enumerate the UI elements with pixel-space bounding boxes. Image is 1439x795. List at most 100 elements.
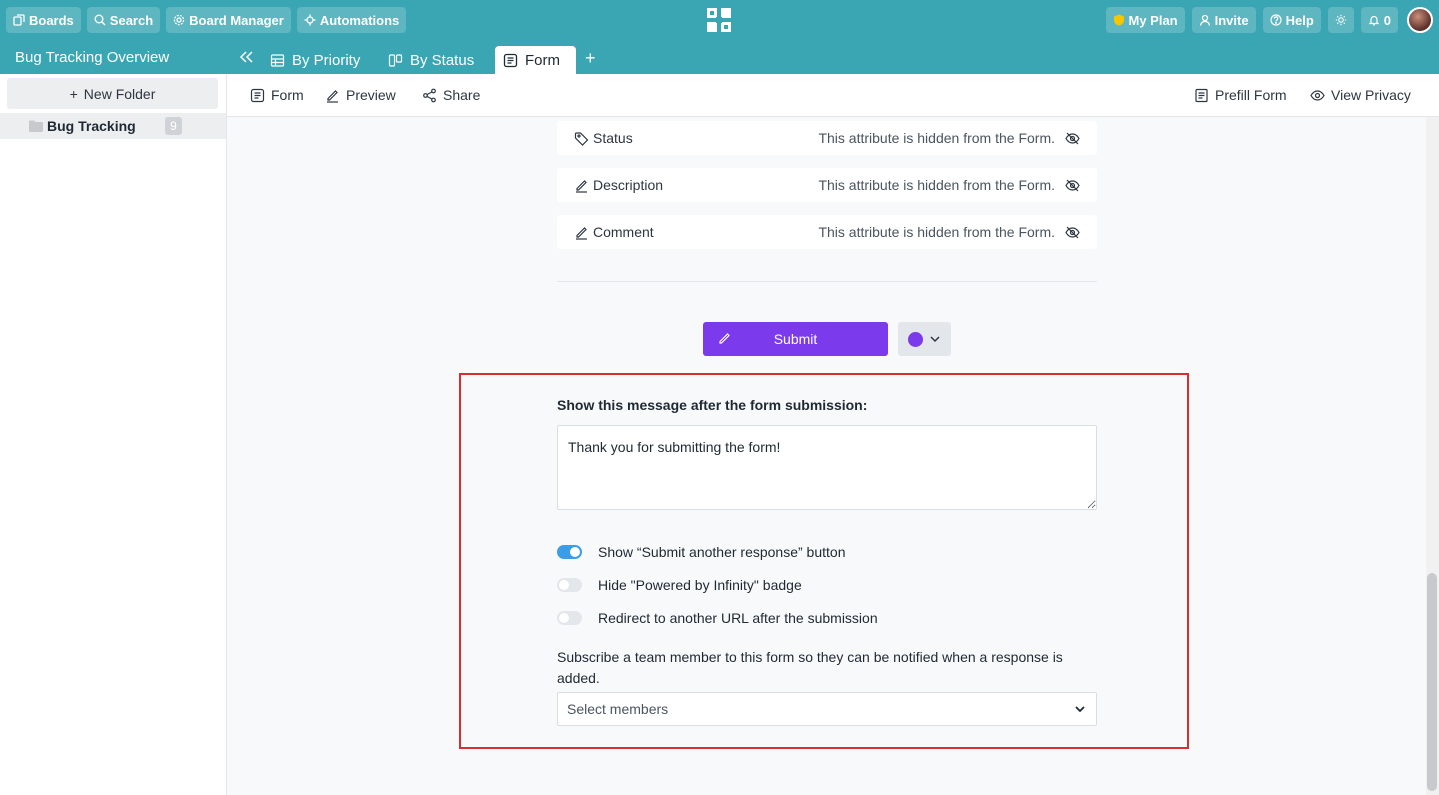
tab-form[interactable]: Form	[495, 46, 576, 74]
share-button[interactable]: Share	[422, 87, 480, 103]
toggle-hide-badge[interactable]: Hide "Powered by Infinity" badge	[557, 577, 802, 593]
attribute-name: Comment	[574, 224, 654, 240]
search-button[interactable]: Search	[86, 7, 161, 33]
toggle-label: Redirect to another URL after the submis…	[598, 610, 878, 626]
attribute-row-comment[interactable]: Comment This attribute is hidden from th…	[557, 215, 1097, 249]
toggle-label: Show “Submit another response” button	[598, 544, 846, 560]
bell-icon	[1368, 15, 1380, 26]
eye-off-icon[interactable]	[1065, 178, 1080, 193]
add-tab-button[interactable]: +	[585, 49, 596, 67]
preview-button[interactable]: Preview	[325, 87, 396, 103]
boards-label: Boards	[29, 12, 74, 28]
scrollbar[interactable]	[1426, 117, 1439, 795]
help-icon	[1269, 14, 1282, 26]
subscribe-description: Subscribe a team member to this form so …	[557, 649, 1063, 686]
sun-icon	[1335, 14, 1346, 26]
view-privacy-label: View Privacy	[1331, 87, 1411, 103]
shield-icon	[1113, 14, 1124, 26]
pen-icon	[719, 333, 730, 344]
submission-message-input[interactable]: Thank you for submitting the form!	[557, 425, 1097, 510]
message-label: Show this message after the form submiss…	[557, 397, 868, 413]
toggle-submit-another[interactable]: Show “Submit another response” button	[557, 544, 845, 560]
button-color-picker[interactable]	[898, 322, 951, 356]
collapse-sidebar-icon[interactable]	[237, 48, 255, 66]
eye-icon	[1310, 89, 1325, 101]
pen-icon	[576, 179, 587, 193]
new-folder-label: New Folder	[83, 85, 156, 102]
attribute-row-status[interactable]: Status This attribute is hidden from the…	[557, 121, 1097, 155]
eye-off-icon[interactable]	[1065, 225, 1080, 240]
tab-label: Form	[525, 51, 560, 69]
folder-icon	[29, 120, 43, 132]
tab-by-status[interactable]: By Status	[380, 46, 482, 74]
theme-toggle-button[interactable]	[1327, 7, 1354, 33]
toggle-switch[interactable]	[557, 578, 582, 592]
submit-button[interactable]: Submit	[703, 322, 888, 356]
invite-button[interactable]: Invite	[1191, 7, 1256, 33]
sidebar: + New Folder Bug Tracking 9	[0, 74, 227, 795]
scrollbar-thumb[interactable]	[1427, 573, 1437, 791]
invite-label: Invite	[1214, 12, 1249, 28]
folder-label: Bug Tracking	[47, 118, 136, 134]
view-privacy-button[interactable]: View Privacy	[1310, 87, 1411, 103]
infinity-logo[interactable]	[705, 6, 733, 34]
tab-by-priority[interactable]: By Priority	[262, 46, 368, 74]
board-manager-button[interactable]: Board Manager	[166, 7, 291, 33]
toggle-redirect[interactable]: Redirect to another URL after the submis…	[557, 610, 878, 626]
hidden-text: This attribute is hidden from the Form.	[818, 177, 1055, 193]
automations-icon	[304, 14, 316, 26]
color-swatch	[908, 331, 923, 347]
hidden-text: This attribute is hidden from the Form.	[818, 224, 1055, 240]
notifications-button[interactable]: 0	[1360, 7, 1398, 33]
tag-icon	[574, 131, 589, 146]
gear-icon	[173, 14, 185, 26]
sidebar-item-bug-tracking[interactable]: Bug Tracking 9	[0, 113, 226, 139]
hidden-text: This attribute is hidden from the Form.	[818, 130, 1055, 146]
form-editor: Status This attribute is hidden from the…	[227, 117, 1426, 795]
board-tabs-bar: Bug Tracking Overview By Priority By Sta…	[0, 40, 1439, 74]
new-folder-button[interactable]: + New Folder	[7, 78, 218, 109]
boards-icon	[13, 14, 25, 26]
my-plan-label: My Plan	[1128, 12, 1178, 28]
attribute-label: Description	[593, 177, 664, 193]
avatar[interactable]	[1407, 7, 1433, 33]
form-view-label: Form	[271, 87, 304, 103]
tab-label: By Status	[410, 51, 475, 69]
select-members-dropdown[interactable]: Select members	[557, 692, 1097, 726]
search-icon	[94, 14, 106, 26]
notifications-count: 0	[1383, 12, 1391, 28]
prefill-form-label: Prefill Form	[1215, 87, 1287, 103]
attribute-name: Description	[574, 177, 663, 193]
share-label: Share	[443, 87, 481, 103]
automations-button[interactable]: Automations	[296, 7, 407, 33]
help-button[interactable]: Help	[1262, 7, 1321, 33]
columns-icon	[388, 53, 403, 67]
pen-icon	[576, 226, 587, 240]
toggle-switch[interactable]	[557, 545, 582, 559]
attribute-label: Status	[593, 130, 633, 146]
pen-icon	[327, 89, 338, 103]
toggle-label: Hide "Powered by Infinity" badge	[598, 577, 802, 593]
divider	[557, 281, 1097, 282]
attribute-hidden-note: This attribute is hidden from the Form.	[818, 177, 1080, 193]
chevron-down-icon	[930, 336, 940, 343]
boards-button[interactable]: Boards	[6, 7, 81, 33]
search-label: Search	[109, 12, 154, 28]
attribute-hidden-note: This attribute is hidden from the Form.	[818, 224, 1080, 240]
attribute-label: Comment	[593, 224, 654, 240]
form-icon	[250, 88, 265, 102]
submit-label: Submit	[773, 331, 818, 347]
my-plan-button[interactable]: My Plan	[1105, 7, 1185, 33]
form-view-button[interactable]: Form	[250, 87, 304, 103]
prefill-form-button[interactable]: Prefill Form	[1194, 87, 1287, 103]
user-icon	[1199, 14, 1210, 26]
attribute-hidden-note: This attribute is hidden from the Form.	[818, 130, 1080, 146]
attribute-row-description[interactable]: Description This attribute is hidden fro…	[557, 168, 1097, 202]
form-toolbar: Form Preview Share Prefill Form View Pri…	[227, 74, 1439, 117]
top-bar: Boards Search Board Manager Automations …	[0, 0, 1439, 40]
chevron-down-icon	[1075, 706, 1085, 713]
toggle-switch[interactable]	[557, 611, 582, 625]
eye-off-icon[interactable]	[1065, 131, 1080, 146]
document-icon	[1195, 88, 1208, 102]
form-icon	[503, 53, 518, 67]
